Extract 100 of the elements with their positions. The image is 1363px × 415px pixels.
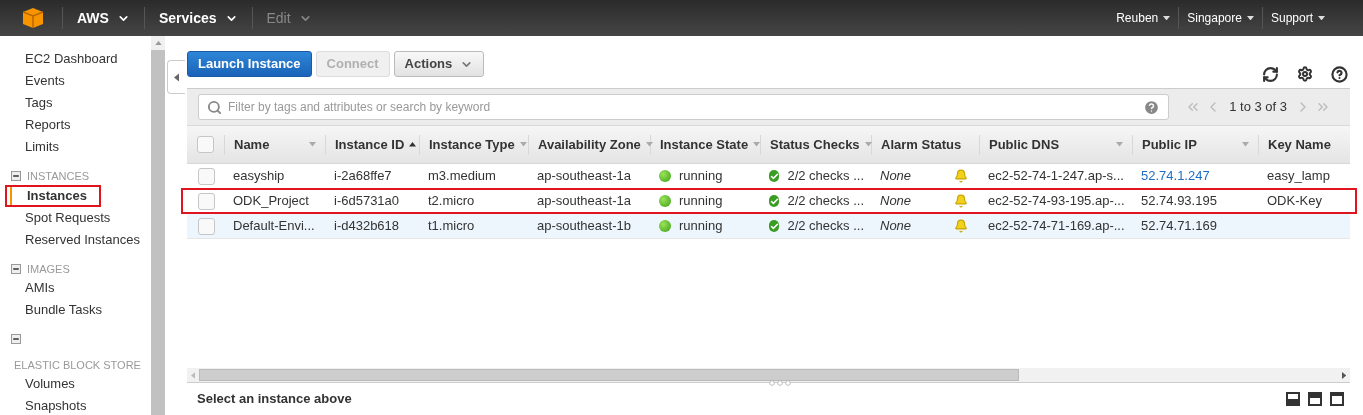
help-icon[interactable] — [1331, 65, 1348, 83]
check-icon — [769, 220, 780, 232]
scroll-right-icon[interactable] — [1341, 371, 1346, 379]
table-cell: 52.74.93.195 — [1141, 193, 1217, 209]
sidebar-item[interactable]: Tags — [0, 93, 53, 113]
sidebar-item[interactable]: AMIs — [0, 278, 55, 298]
pagination-text: 1 to 3 of 3 — [1228, 98, 1288, 117]
collapse-sidebar-tab[interactable] — [167, 60, 185, 94]
column-menu-icon[interactable] — [309, 142, 316, 147]
collapse-icon[interactable] — [11, 171, 21, 182]
table-cell-text: None — [880, 192, 912, 211]
table-cell: ec2-52-74-93-195.ap-... — [988, 193, 1125, 209]
sidebar-item[interactable]: Snapshots — [0, 396, 87, 415]
settings-icon[interactable] — [1297, 66, 1313, 82]
table-cell-text: 2/2 checks ... — [787, 192, 864, 211]
table-cell: ap-southeast-1b — [537, 218, 631, 234]
table-cell: 52.74.71.169 — [1141, 218, 1217, 234]
cube-logo-icon[interactable] — [22, 7, 44, 29]
nav-menu[interactable]: AWS — [77, 7, 130, 29]
table-cell-text: running — [679, 192, 723, 211]
bell-icon[interactable] — [954, 169, 968, 183]
column-header[interactable]: Instance Type — [429, 134, 527, 155]
column-menu-icon[interactable] — [753, 142, 761, 147]
caret-icon[interactable] — [1163, 15, 1171, 21]
column-header[interactable]: Key Name — [1268, 134, 1331, 155]
table-cell-text: 2/2 checks ... — [787, 217, 864, 236]
column-menu-icon[interactable] — [864, 142, 872, 147]
column-header[interactable]: Status Checks — [770, 134, 872, 155]
table-cell: ap-southeast-1a — [537, 193, 631, 209]
column-header[interactable]: Alarm Status — [881, 134, 962, 155]
column-menu-icon[interactable] — [1116, 142, 1123, 147]
collapse-icon[interactable] — [11, 334, 21, 344]
sidebar-item[interactable]: Spot Requests — [0, 207, 111, 228]
layout-bottom-icon[interactable] — [1286, 392, 1300, 406]
ip-link[interactable]: 52.74.1.247 — [1141, 168, 1210, 184]
toolbar-button[interactable]: Actions — [393, 51, 485, 77]
nav-menu[interactable]: Reuben — [1116, 9, 1171, 27]
horizontal-scrollbar[interactable] — [187, 368, 1350, 382]
column-header[interactable]: Instance State — [660, 134, 761, 155]
resize-handle-icon[interactable] — [768, 380, 791, 386]
layout-split-icon[interactable] — [1308, 392, 1322, 406]
section-header: INSTANCES — [27, 169, 90, 184]
sidebar-scrollbar[interactable] — [151, 36, 165, 415]
column-menu-icon[interactable] — [519, 142, 527, 147]
nav-menu[interactable]: Services — [158, 7, 238, 29]
caret-icon[interactable] — [1318, 15, 1325, 21]
nav-menu[interactable]: Singapore — [1187, 9, 1254, 27]
table-cell: t1.micro — [428, 218, 475, 234]
column-header[interactable]: Public DNS — [989, 134, 1123, 155]
column-header[interactable]: Public IP — [1142, 134, 1249, 155]
table-cell: ec2-52-74-1-247.ap-s... — [988, 168, 1124, 184]
collapse-arrow-icon[interactable] — [173, 72, 180, 82]
sidebar-item[interactable]: Events — [0, 71, 65, 91]
search-input[interactable]: Filter by tags and attributes or search by keyword — [228, 98, 1138, 116]
sidebar-item[interactable]: Limits — [0, 137, 59, 157]
collapse-icon[interactable] — [11, 263, 21, 274]
check-icon — [769, 195, 780, 207]
column-menu-icon[interactable] — [645, 142, 653, 147]
check-icon — [769, 170, 780, 182]
sidebar-item[interactable]: Reports — [0, 115, 71, 135]
table-cell-text: None — [880, 167, 912, 186]
table-cell: Default-Envi... — [233, 218, 315, 234]
table-cell: ec2-52-74-71-169.ap-... — [988, 218, 1125, 234]
checkbox[interactable] — [197, 167, 215, 185]
table-cell: i-2a68ffe7 — [334, 168, 392, 184]
scroll-up-icon[interactable] — [154, 40, 162, 46]
sidebar-item[interactable]: Bundle Tasks — [0, 300, 103, 320]
toolbar-button[interactable]: Launch Instance — [187, 51, 312, 77]
column-menu-icon[interactable] — [1242, 142, 1249, 147]
table-cell: m3.medium — [428, 168, 496, 184]
table-cell: ODK-Key — [1267, 193, 1322, 209]
bell-icon[interactable] — [954, 194, 968, 208]
table-cell-text: None — [880, 217, 912, 236]
refresh-icon[interactable] — [1262, 65, 1279, 83]
caret-icon[interactable] — [1246, 15, 1254, 21]
search-icon — [207, 99, 222, 115]
table-cell: ODK_Project — [233, 193, 309, 209]
table-cell: easyship — [233, 168, 285, 184]
sort-ascending-icon[interactable] — [409, 142, 417, 147]
column-header[interactable]: Availability Zone — [538, 134, 653, 155]
sidebar-item[interactable]: Instances — [10, 185, 87, 206]
table-cell: ap-southeast-1a — [537, 168, 631, 184]
sidebar-item[interactable]: EC2 Dashboard — [0, 49, 118, 69]
column-header[interactable]: Instance ID — [335, 134, 417, 155]
table-cell: easy_lamp — [1267, 168, 1330, 184]
checkbox[interactable] — [197, 217, 215, 235]
bell-icon[interactable] — [954, 219, 968, 233]
section-header: ELASTIC BLOCK STORE — [14, 357, 142, 373]
checkbox[interactable] — [197, 136, 214, 153]
table-cell: t2.micro — [428, 193, 475, 209]
scroll-left-icon[interactable] — [191, 371, 196, 379]
nav-menu[interactable]: Support — [1270, 9, 1325, 27]
sidebar-item[interactable]: Reserved Instances — [0, 229, 140, 250]
layout-top-icon[interactable] — [1330, 392, 1344, 406]
column-header[interactable]: Name — [234, 134, 316, 155]
table-row[interactable]: Default-Envi... i-d432b618 t1.micro ap-southeast-1b running 2/2 checks ... None ec2-52-74-71-169.ap-... 52.74.71.169 — [187, 214, 1350, 239]
sidebar-item[interactable]: Volumes — [0, 374, 75, 394]
search-field[interactable]: Filter by tags and attributes or search by keyword — [198, 94, 1170, 120]
checkbox[interactable] — [197, 192, 215, 210]
table-cell-text: running — [679, 167, 723, 186]
